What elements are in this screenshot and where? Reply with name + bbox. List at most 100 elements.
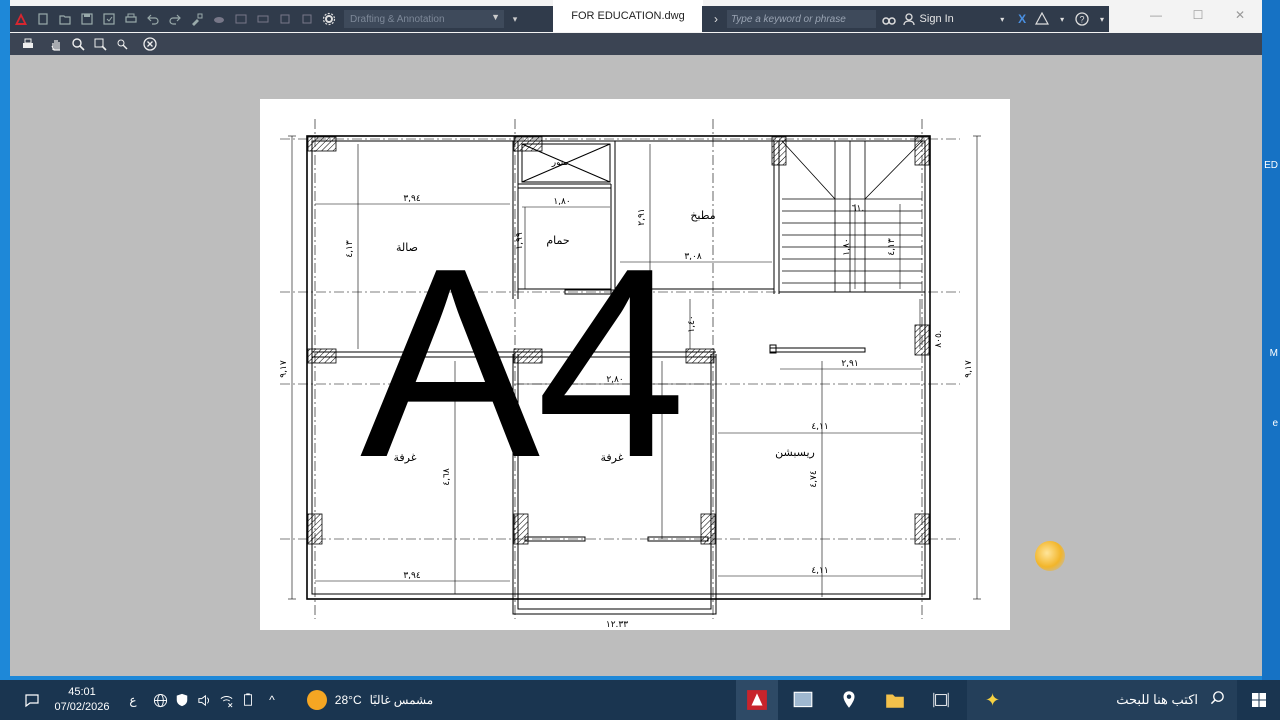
dim-text: ٤,١٣ bbox=[345, 240, 355, 258]
weather-sun-icon bbox=[306, 690, 327, 710]
dim-text: ٤,١٣ bbox=[887, 238, 897, 256]
tab-arrow-icon[interactable]: › bbox=[709, 11, 723, 27]
dim-text: ٩,١٧ bbox=[964, 360, 974, 378]
taskbar-app-explorer[interactable] bbox=[874, 680, 916, 720]
share-icon[interactable] bbox=[232, 10, 250, 28]
document-tab[interactable]: FOR EDUCATION.dwg bbox=[553, 0, 703, 32]
desktop-edge-text: M bbox=[1269, 348, 1278, 359]
workspace-dropdown[interactable]: Drafting & Annotation ▼ bbox=[344, 10, 504, 28]
autocad-window: Drafting & Annotation ▼ ▾ FOR EDUCATION.… bbox=[10, 0, 1262, 676]
dim-text: ٢,٩١ bbox=[841, 359, 858, 369]
infocenter-bar: › Type a keyword or phrase Sign In ▾ X ▾… bbox=[703, 6, 1109, 32]
room-label-kitchen: مطبخ bbox=[690, 209, 715, 222]
chevron-down-icon[interactable]: ▾ bbox=[995, 11, 1009, 27]
cloud-icon[interactable] bbox=[210, 10, 228, 28]
paper-sheet: صالة حمام مطبخ منور غرفة غرفة ريسبشن ٣,٩… bbox=[260, 99, 1010, 630]
close-preview-icon[interactable] bbox=[140, 35, 160, 53]
user-icon[interactable] bbox=[902, 11, 916, 27]
open-icon[interactable] bbox=[56, 10, 74, 28]
notification-icon[interactable] bbox=[18, 680, 46, 720]
taskbar-app-maps[interactable] bbox=[828, 680, 870, 720]
dim-text: ٣,٩٤ bbox=[403, 194, 421, 204]
plot-icon[interactable] bbox=[254, 10, 272, 28]
plot-preview-toolbar bbox=[10, 33, 1262, 55]
battery-icon[interactable] bbox=[238, 680, 258, 720]
workspace-dropdown-value: Drafting & Annotation bbox=[350, 13, 445, 25]
undo-icon[interactable] bbox=[144, 10, 162, 28]
help-search-placeholder: Type a keyword or phrase bbox=[730, 13, 846, 25]
desktop-edge-text: e bbox=[1272, 418, 1278, 429]
dim-text: ٤,١١ bbox=[811, 566, 828, 576]
taskbar-app-window[interactable] bbox=[782, 680, 824, 720]
help-icon[interactable]: ? bbox=[1075, 11, 1089, 27]
zoom-cursor-icon bbox=[1035, 541, 1065, 571]
chevron-down-icon[interactable]: ▾ bbox=[1055, 11, 1069, 27]
maximize-button[interactable]: ☐ bbox=[1180, 4, 1216, 26]
binoculars-icon[interactable] bbox=[881, 11, 896, 27]
desktop-edge-text: ED bbox=[1264, 160, 1278, 171]
zoom-window-icon[interactable] bbox=[90, 35, 110, 53]
clock[interactable]: 45:01 07/02/2026 bbox=[52, 680, 112, 720]
task-view-icon[interactable] bbox=[920, 680, 962, 720]
desktop-background-right: ED M e bbox=[1262, 0, 1280, 680]
chevron-down-icon: ▼ bbox=[491, 12, 500, 22]
customize-qat-icon[interactable]: ▾ bbox=[506, 10, 524, 28]
autodesk-a360-icon[interactable] bbox=[1035, 11, 1050, 27]
dim-text: ١٢.٣٣ bbox=[606, 620, 628, 630]
dim-text: ٤,١١ bbox=[811, 422, 828, 432]
workspace-gear-icon[interactable] bbox=[320, 10, 338, 28]
quick-access-toolbar: Drafting & Annotation ▼ ▾ bbox=[10, 6, 555, 32]
desktop-background-left bbox=[0, 0, 10, 680]
print-icon[interactable] bbox=[122, 10, 140, 28]
layer-icon[interactable] bbox=[276, 10, 294, 28]
clock-time: 45:01 bbox=[68, 686, 96, 698]
title-bar: Drafting & Annotation ▼ ▾ FOR EDUCATION.… bbox=[10, 0, 1262, 33]
dim-text: ١,٨٠ bbox=[842, 238, 852, 255]
chevron-down-icon[interactable]: ▾ bbox=[1095, 11, 1109, 27]
dim-text: ١,٤٠ bbox=[687, 315, 697, 332]
taskbar-search-placeholder: اكتب هنا للبحث bbox=[1116, 692, 1198, 707]
close-button[interactable]: ✕ bbox=[1222, 4, 1258, 26]
network-globe-icon[interactable] bbox=[150, 680, 170, 720]
dim-text: ١,٨٠ bbox=[553, 197, 570, 207]
zoom-previous-icon[interactable] bbox=[112, 35, 132, 53]
window-app-icon bbox=[793, 691, 813, 708]
wifi-off-icon[interactable] bbox=[216, 680, 236, 720]
save-icon[interactable] bbox=[78, 10, 96, 28]
pan-hand-icon[interactable] bbox=[46, 35, 66, 53]
print-icon[interactable] bbox=[18, 35, 38, 53]
sign-in-button[interactable]: Sign In bbox=[920, 13, 990, 25]
dim-text: ٩,١٧ bbox=[279, 360, 289, 378]
copilot-sparkle-icon: ✦ bbox=[985, 689, 1001, 710]
document-tab-label: FOR EDUCATION.dwg bbox=[571, 10, 685, 22]
start-windows-icon[interactable] bbox=[1240, 680, 1278, 720]
layer2-icon[interactable] bbox=[298, 10, 316, 28]
paper-size-label: A4 bbox=[360, 213, 686, 514]
minimize-button[interactable]: — bbox=[1138, 4, 1174, 26]
dim-text: ٣,٩٤ bbox=[403, 571, 421, 581]
dim-text: ٤,٧٤ bbox=[809, 470, 819, 488]
help-search-input[interactable]: Type a keyword or phrase bbox=[726, 10, 876, 28]
save-as-icon[interactable] bbox=[100, 10, 118, 28]
dim-text: ٨٠٥. bbox=[934, 330, 944, 347]
show-hidden-icons-icon[interactable]: ^ bbox=[262, 680, 282, 720]
dim-text: ٦١. bbox=[852, 204, 865, 214]
room-label-shaft: منور bbox=[551, 158, 569, 168]
zoom-icon[interactable] bbox=[68, 35, 88, 53]
svg-text:?: ? bbox=[1080, 15, 1085, 25]
taskbar-app-autocad[interactable] bbox=[736, 680, 778, 720]
weather-text: مشمس غالبًا bbox=[369, 693, 434, 707]
maps-app-icon bbox=[843, 691, 855, 708]
redo-icon[interactable] bbox=[166, 10, 184, 28]
autocad-logo-icon[interactable] bbox=[12, 10, 30, 28]
volume-icon[interactable] bbox=[194, 680, 214, 720]
plot-preview-viewport[interactable]: صالة حمام مطبخ منور غرفة غرفة ريسبشن ٣,٩… bbox=[10, 56, 1262, 676]
weather-widget[interactable]: 28°C مشمس غالبًا bbox=[300, 680, 440, 720]
security-shield-icon[interactable] bbox=[172, 680, 192, 720]
room-label-reception: ريسبشن bbox=[775, 446, 815, 459]
taskbar-search-box[interactable]: ✦ اكتب هنا للبحث bbox=[967, 680, 1237, 720]
new-icon[interactable] bbox=[34, 10, 52, 28]
exchange-apps-icon[interactable]: X bbox=[1015, 11, 1029, 27]
match-properties-icon[interactable] bbox=[188, 10, 206, 28]
language-indicator[interactable]: ع bbox=[124, 680, 142, 720]
